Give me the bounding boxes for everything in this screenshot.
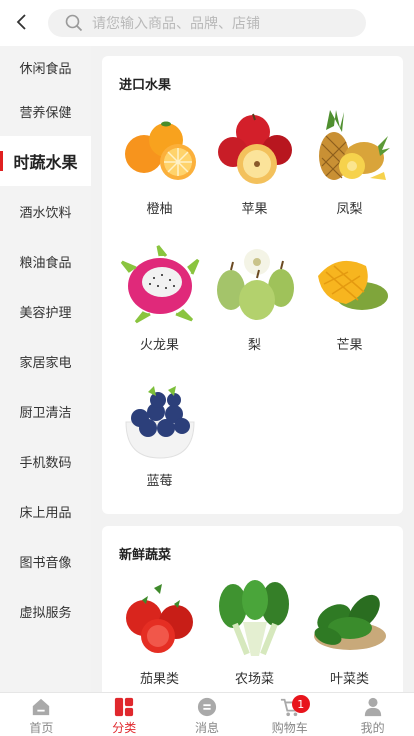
pineapple-icon [308,106,392,190]
bok-choy-icon [213,576,297,660]
chevron-left-icon [16,14,26,30]
category-item-name: 凤梨 [336,202,363,217]
tab-home[interactable]: 首页 [0,693,83,736]
product-grid: 橙柚 苹果 凤梨 火龙果 梨 芒果 蓝莓 [112,106,397,514]
back-button[interactable] [8,8,36,36]
sidebar-item-virtual-services[interactable]: 虚拟服务 [0,586,91,636]
sidebar-item-label: 厨卫清洁 [19,405,72,421]
sidebar-item-label: 手机数码 [19,455,72,471]
sidebar-item-books[interactable]: 图书音像 [0,536,91,586]
sidebar-item-label: 酒水饮料 [19,205,72,221]
sidebar-item-fruits-vegetables[interactable]: 时蔬水果 [0,136,91,186]
sidebar-item-beauty[interactable]: 美容护理 [0,286,91,336]
product-grid: 茄果类 农场菜 叶菜类 [112,576,397,692]
tab-label: 首页 [29,721,54,735]
category-item-name: 梨 [247,338,261,353]
category-item-name: 蓝莓 [146,474,173,489]
sidebar-item-label: 营养保健 [19,105,72,121]
category-item-name: 茄果类 [139,672,179,687]
pear-icon [213,242,297,326]
dragon-fruit-icon [118,242,202,326]
category-item-name: 芒果 [336,338,363,353]
sidebar-item-snacks[interactable]: 休闲食品 [0,46,91,86]
sidebar-item-label: 粮油食品 [19,255,72,271]
category-item-dragon-fruit[interactable]: 火龙果 [112,242,207,378]
sidebar-item-label: 床上用品 [19,505,72,521]
sidebar-item-label: 虚拟服务 [19,605,72,621]
sidebar-item-label: 时蔬水果 [13,153,78,172]
bottom-tab-bar: 首页 分类 消息 1 购物车 我的 [0,692,414,736]
category-item-spinach[interactable]: 叶菜类 [302,576,397,692]
category-item-pear[interactable]: 梨 [207,242,302,378]
top-bar: 请您输入商品、品牌、店铺 [0,0,414,46]
sidebar-item-bedding[interactable]: 床上用品 [0,486,91,536]
tab-label: 购物车 [271,721,308,735]
category-item-name: 农场菜 [234,672,274,687]
sidebar-item-label: 家居家电 [19,355,72,371]
tab-label: 我的 [360,721,385,735]
sidebar-item-label: 美容护理 [19,305,72,321]
category-sidebar: 休闲食品 营养保健 时蔬水果 酒水饮料 粮油食品 美容护理 家居家电 厨卫清洁 … [0,46,91,692]
profile-icon [364,697,381,717]
category-content: 进口水果 橙柚 苹果 凤梨 火龙果 梨 芒果 蓝莓 新鲜蔬菜 茄果类 农场菜 叶… [91,46,414,692]
tab-label: 消息 [194,721,219,735]
mango-icon [308,242,392,326]
sidebar-item-digital[interactable]: 手机数码 [0,436,91,486]
blueberry-icon [118,378,202,462]
tab-label: 分类 [112,721,137,735]
sidebar-item-health[interactable]: 营养保健 [0,86,91,136]
sidebar-item-cleaning[interactable]: 厨卫清洁 [0,386,91,436]
category-item-name: 苹果 [241,202,268,217]
category-item-blueberry[interactable]: 蓝莓 [112,378,207,514]
sidebar-item-label: 图书音像 [19,555,72,571]
search-input[interactable]: 请您输入商品、品牌、店铺 [48,9,366,37]
category-item-apple[interactable]: 苹果 [207,106,302,242]
apple-icon [213,106,297,190]
home-icon [33,698,50,716]
category-item-name: 火龙果 [139,338,179,353]
sidebar-item-drinks[interactable]: 酒水饮料 [0,186,91,236]
sidebar-item-home-appliances[interactable]: 家居家电 [0,336,91,386]
search-icon [56,14,92,32]
category-item-mango[interactable]: 芒果 [302,242,397,378]
search-placeholder: 请您输入商品、品牌、店铺 [92,16,260,32]
section-title: 新鲜蔬菜 [119,548,172,563]
spinach-icon [308,576,392,660]
sidebar-item-label: 休闲食品 [19,62,72,77]
sidebar-item-grain-oil[interactable]: 粮油食品 [0,236,91,286]
message-icon [197,697,217,717]
category-item-bok-choy[interactable]: 农场菜 [207,576,302,692]
category-item-pineapple[interactable]: 凤梨 [302,106,397,242]
category-item-orange[interactable]: 橙柚 [112,106,207,242]
tab-category[interactable]: 分类 [83,693,166,736]
category-item-name: 橙柚 [146,202,173,217]
category-item-name: 叶菜类 [329,672,369,687]
category-icon [115,697,134,717]
tab-message[interactable]: 消息 [166,693,249,736]
section-card-imported-fruits: 进口水果 橙柚 苹果 凤梨 火龙果 梨 芒果 蓝莓 [102,56,403,514]
orange-icon [118,106,202,190]
tab-profile[interactable]: 我的 [331,693,414,736]
tab-cart[interactable]: 1 购物车 [248,693,331,736]
section-card-fresh-vegetables: 新鲜蔬菜 茄果类 农场菜 叶菜类 [102,526,403,692]
cart-badge: 1 [291,695,310,713]
section-title: 进口水果 [119,78,172,93]
category-item-tomato[interactable]: 茄果类 [112,576,207,692]
tomato-icon [118,576,202,660]
